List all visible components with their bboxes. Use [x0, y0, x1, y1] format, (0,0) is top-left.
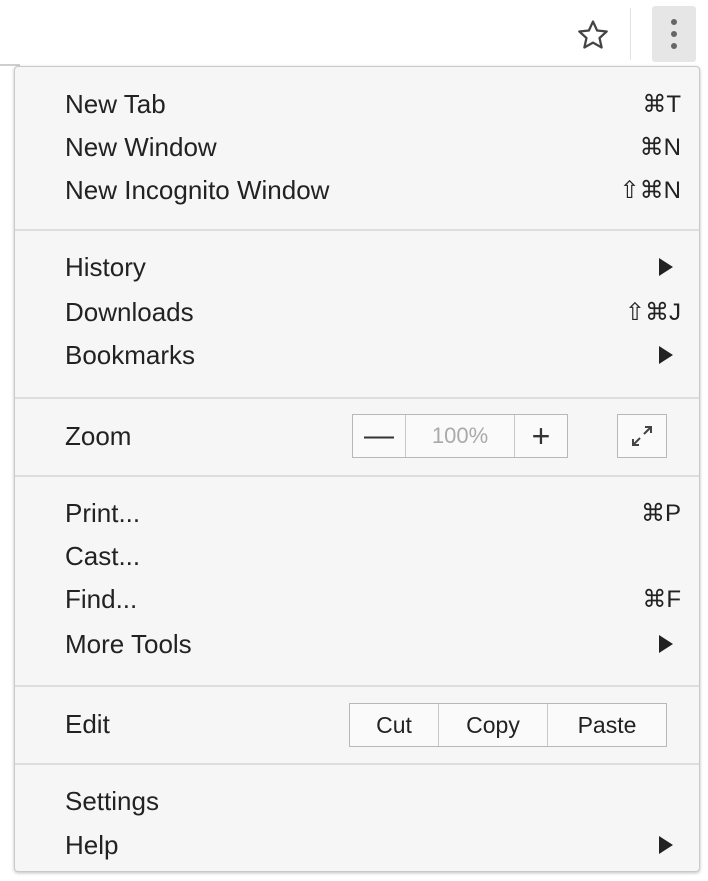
menu-divider: [15, 229, 699, 231]
fullscreen-button[interactable]: [617, 414, 667, 458]
menu-item-downloads[interactable]: Downloads ⇧⌘J: [65, 292, 681, 332]
zoom-controls: — 100% +: [352, 414, 568, 458]
menu-item-shortcut: ⌘P: [640, 499, 681, 527]
menu-dot-icon: [671, 31, 677, 37]
menu-item-label: New Window: [65, 131, 217, 162]
zoom-out-button[interactable]: —: [353, 415, 406, 457]
paste-button[interactable]: Paste: [548, 704, 666, 746]
zoom-in-button[interactable]: +: [515, 415, 567, 457]
menu-item-print[interactable]: Print... ⌘P: [65, 493, 681, 533]
menu-item-label: Cast...: [65, 540, 141, 571]
submenu-arrow-icon: [659, 258, 673, 276]
menu-item-label: Settings: [65, 785, 159, 816]
menu-item-label: Downloads: [65, 296, 194, 327]
cut-button[interactable]: Cut: [350, 704, 439, 746]
copy-button[interactable]: Copy: [439, 704, 548, 746]
menu-item-new-tab[interactable]: New Tab ⌘T: [65, 84, 681, 124]
menu-item-shortcut: ⌘F: [642, 585, 681, 613]
menu-item-label: Edit: [65, 708, 110, 739]
toolbar-separator: [630, 8, 631, 60]
menu-item-label: Help: [65, 829, 119, 860]
menu-item-find[interactable]: Find... ⌘F: [65, 579, 681, 619]
zoom-level-display: 100%: [406, 415, 515, 457]
chrome-main-menu: New Tab ⌘T New Window ⌘N New Incognito W…: [14, 66, 700, 872]
edit-controls: Cut Copy Paste: [349, 703, 667, 747]
submenu-arrow-icon: [659, 346, 673, 364]
menu-item-label: History: [65, 251, 146, 282]
submenu-arrow-icon: [659, 836, 673, 854]
bookmark-star-icon[interactable]: [572, 14, 614, 56]
fullscreen-icon: [632, 426, 652, 446]
menu-divider: [15, 475, 699, 477]
menu-item-label: Find...: [65, 583, 138, 614]
menu-item-shortcut: ⇧⌘N: [619, 176, 681, 204]
menu-divider: [15, 397, 699, 399]
menu-divider: [15, 685, 699, 687]
menu-item-settings[interactable]: Settings: [65, 781, 681, 821]
menu-item-zoom: Zoom: [65, 416, 131, 456]
menu-divider: [15, 763, 699, 765]
menu-item-shortcut: ⌘T: [642, 90, 681, 118]
browser-toolbar: [0, 0, 708, 64]
menu-item-label: Zoom: [65, 420, 132, 451]
submenu-arrow-icon: [659, 635, 673, 653]
menu-item-new-window[interactable]: New Window ⌘N: [65, 127, 681, 167]
menu-dot-icon: [671, 43, 677, 49]
menu-item-shortcut: ⇧⌘J: [624, 298, 681, 326]
menu-item-shortcut: ⌘N: [639, 133, 681, 161]
menu-item-more-tools[interactable]: More Tools: [65, 624, 681, 664]
menu-item-label: More Tools: [65, 628, 192, 659]
menu-item-label: Print...: [65, 497, 141, 528]
menu-item-new-incognito-window[interactable]: New Incognito Window ⇧⌘N: [65, 170, 681, 210]
menu-item-label: New Incognito Window: [65, 174, 330, 205]
menu-dot-icon: [671, 19, 677, 25]
menu-item-history[interactable]: History: [65, 247, 681, 287]
menu-item-bookmarks[interactable]: Bookmarks: [65, 335, 681, 375]
menu-item-label: New Tab: [65, 88, 166, 119]
chrome-menu-button[interactable]: [652, 6, 696, 62]
menu-item-cast[interactable]: Cast...: [65, 536, 681, 576]
menu-item-edit: Edit: [65, 704, 110, 744]
menu-item-help[interactable]: Help: [65, 825, 681, 865]
menu-item-label: Bookmarks: [65, 339, 196, 370]
